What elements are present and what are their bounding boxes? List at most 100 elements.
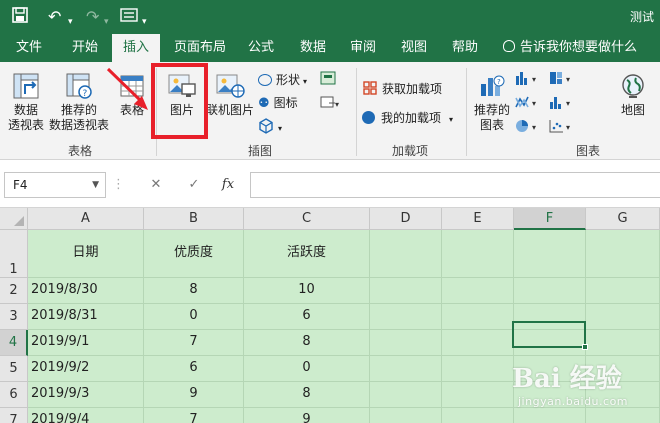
cell-e7[interactable]: [442, 408, 514, 423]
cell-a6[interactable]: 2019/9/3: [28, 382, 144, 408]
cell-g1[interactable]: [586, 230, 660, 278]
column-header-f[interactable]: F: [514, 208, 586, 230]
watermark-logo: Bai 经验: [512, 364, 622, 394]
select-all-button[interactable]: [0, 208, 28, 230]
row-header-7[interactable]: 7: [0, 408, 28, 423]
row-header-1[interactable]: 1: [0, 230, 28, 278]
column-header-c[interactable]: C: [244, 208, 370, 230]
undo-dropdown-icon[interactable]: ▾: [68, 12, 73, 32]
smartart-button[interactable]: [320, 70, 336, 90]
tab-help[interactable]: 帮助: [442, 34, 488, 62]
cell-a7[interactable]: 2019/9/4: [28, 408, 144, 423]
cell-f1[interactable]: [514, 230, 586, 278]
recommended-charts-button[interactable]: ? 推荐的 图表: [472, 72, 512, 133]
fill-handle[interactable]: [582, 344, 588, 350]
row-header-4[interactable]: 4: [0, 330, 28, 356]
tab-page-layout[interactable]: 页面布局: [168, 34, 232, 62]
cell-d5[interactable]: [370, 356, 442, 382]
statistic-chart-button[interactable]: ▾: [548, 94, 578, 114]
cell-d1[interactable]: [370, 230, 442, 278]
pivot-table-button[interactable]: 数据 透视表: [4, 72, 48, 133]
insert-function-icon[interactable]: fx: [216, 172, 240, 198]
redo-dropdown-icon[interactable]: ▾: [104, 12, 109, 32]
cell-c5[interactable]: 0: [244, 356, 370, 382]
hierarchy-chart-button[interactable]: ▾: [548, 70, 578, 90]
cell-a1[interactable]: 日期: [28, 230, 144, 278]
cell-g3[interactable]: [586, 304, 660, 330]
screenshot-button[interactable]: ▾: [320, 94, 342, 114]
tab-home[interactable]: 开始: [62, 34, 108, 62]
cell-e4[interactable]: [442, 330, 514, 356]
pie-chart-button[interactable]: ▾: [514, 118, 544, 138]
column-header-g[interactable]: G: [586, 208, 660, 230]
formula-input[interactable]: [250, 172, 660, 198]
customize-quick-access-icon[interactable]: ▾: [142, 12, 147, 32]
cell-f2[interactable]: [514, 278, 586, 304]
cell-b6[interactable]: 9: [144, 382, 244, 408]
cell-c7[interactable]: 9: [244, 408, 370, 423]
column-header-b[interactable]: B: [144, 208, 244, 230]
tab-formulas[interactable]: 公式: [238, 34, 284, 62]
cell-b2[interactable]: 8: [144, 278, 244, 304]
column-header-a[interactable]: A: [28, 208, 144, 230]
cell-d7[interactable]: [370, 408, 442, 423]
icons-button[interactable]: ⚉ 图标: [258, 95, 298, 112]
3d-models-button[interactable]: ▾: [258, 118, 282, 137]
scatter-chart-button[interactable]: ▾: [548, 118, 578, 138]
cell-c4[interactable]: 8: [244, 330, 370, 356]
cell-e1[interactable]: [442, 230, 514, 278]
column-header-e[interactable]: E: [442, 208, 514, 230]
cell-e2[interactable]: [442, 278, 514, 304]
maps-button[interactable]: 地图: [614, 72, 652, 118]
redo-icon[interactable]: ↷: [86, 7, 99, 27]
name-box[interactable]: F4 ▼: [4, 172, 106, 198]
cell-b1[interactable]: 优质度: [144, 230, 244, 278]
cell-d2[interactable]: [370, 278, 442, 304]
cell-b4[interactable]: 7: [144, 330, 244, 356]
save-icon[interactable]: [12, 7, 28, 28]
online-pictures-button[interactable]: 联机图片: [204, 72, 256, 118]
cell-d4[interactable]: [370, 330, 442, 356]
cell-b5[interactable]: 6: [144, 356, 244, 382]
get-addins-button[interactable]: 获取加载项: [362, 80, 442, 97]
recommended-pivot-button[interactable]: ? 推荐的 数据透视表: [48, 72, 110, 133]
form-icon[interactable]: [120, 7, 138, 28]
cell-a4[interactable]: 2019/9/1: [28, 330, 144, 356]
cell-a2[interactable]: 2019/8/30: [28, 278, 144, 304]
cell-d3[interactable]: [370, 304, 442, 330]
shapes-button[interactable]: 形状 ▾: [258, 72, 307, 90]
cancel-icon[interactable]: ✕: [144, 172, 168, 198]
enter-icon[interactable]: ✓: [182, 172, 206, 198]
cell-e6[interactable]: [442, 382, 514, 408]
cell-b3[interactable]: 0: [144, 304, 244, 330]
cell-a5[interactable]: 2019/9/2: [28, 356, 144, 382]
line-chart-button[interactable]: ▾: [514, 94, 544, 114]
cell-e3[interactable]: [442, 304, 514, 330]
tab-file[interactable]: 文件: [6, 34, 52, 62]
tab-data[interactable]: 数据: [290, 34, 336, 62]
cell-g4[interactable]: [586, 330, 660, 356]
active-cell-indicator[interactable]: [512, 321, 588, 350]
name-box-dropdown-icon[interactable]: ▼: [92, 173, 99, 197]
cell-a3[interactable]: 2019/8/31: [28, 304, 144, 330]
column-header-d[interactable]: D: [370, 208, 442, 230]
row-header-6[interactable]: 6: [0, 382, 28, 408]
cell-b7[interactable]: 7: [144, 408, 244, 423]
cell-c6[interactable]: 8: [244, 382, 370, 408]
row-header-2[interactable]: 2: [0, 278, 28, 304]
row-header-5[interactable]: 5: [0, 356, 28, 382]
row-header-3[interactable]: 3: [0, 304, 28, 330]
tab-view[interactable]: 视图: [391, 34, 437, 62]
cell-c2[interactable]: 10: [244, 278, 370, 304]
cell-c3[interactable]: 6: [244, 304, 370, 330]
column-chart-button[interactable]: ▾: [514, 70, 544, 90]
tab-review[interactable]: 审阅: [340, 34, 386, 62]
cell-d6[interactable]: [370, 382, 442, 408]
undo-icon[interactable]: ↶: [48, 7, 61, 27]
tell-me-search[interactable]: 告诉我你想要做什么: [503, 34, 637, 62]
cell-g2[interactable]: [586, 278, 660, 304]
my-addins-button[interactable]: 我的加载项 ▾: [362, 110, 453, 128]
cell-c1[interactable]: 活跃度: [244, 230, 370, 278]
cell-e5[interactable]: [442, 356, 514, 382]
tab-insert[interactable]: 插入: [112, 34, 160, 62]
